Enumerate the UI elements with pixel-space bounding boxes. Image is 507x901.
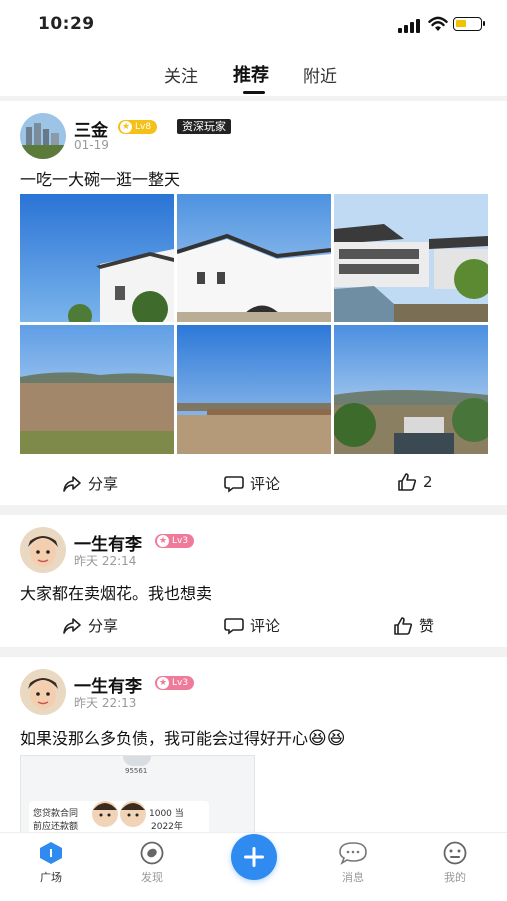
thumbs-up-icon — [394, 616, 413, 635]
avatar[interactable] — [20, 113, 66, 159]
post-card[interactable]: 一生有李 ★ Lv3 昨天 22:14 大家都在卖烟花。我也想卖 分享 评论 赞 — [0, 515, 507, 647]
title-tag: 资深玩家 — [177, 119, 231, 134]
post-time: 昨天 22:14 — [74, 554, 137, 568]
post-text: 如果没那么多负债，我可能会过得好开心😆😆 — [20, 725, 346, 749]
like-button[interactable]: 赞 — [393, 615, 434, 636]
share-button[interactable]: 分享 — [62, 473, 118, 494]
top-tabs: 关注 推荐 附近 — [0, 50, 507, 96]
share-label: 分享 — [88, 475, 119, 493]
nav-label: 发现 — [141, 871, 163, 884]
status-bar: 10:29 — [0, 0, 507, 50]
post-actions: 分享 评论 2 — [0, 473, 507, 503]
tab-recommend[interactable]: 推荐 — [233, 61, 269, 87]
nav-label: 广场 — [40, 871, 62, 884]
level-badge: ★ Lv8 — [118, 120, 158, 134]
discover-icon — [140, 841, 164, 865]
message-icon — [339, 842, 367, 865]
post-card[interactable]: 三金 ★ Lv8 资深玩家 01-19 一吃一大碗一逛一整天 分享 评论 2 — [0, 101, 507, 505]
post-text: 一吃一大碗一逛一整天 — [20, 170, 181, 189]
level-text: Lv3 — [172, 536, 189, 546]
comment-label: 评论 — [250, 617, 281, 635]
image-attachment[interactable]: 95561 您贷款合同 前应还款额 1000 当 2022年 — [20, 755, 255, 835]
post-text-body: 如果没那么多负债，我可能会过得好开心 — [20, 729, 309, 748]
nav-square[interactable]: 广场 — [21, 841, 81, 885]
sms-line-1: 您贷款合同 — [33, 809, 79, 819]
avatar[interactable] — [20, 527, 66, 573]
profile-icon — [443, 841, 467, 865]
status-time: 10:29 — [38, 14, 95, 34]
sms-line-2: 前应还款额 — [33, 822, 79, 832]
laugh-emoji: 😆😆 — [308, 728, 346, 749]
star-icon: ★ — [157, 535, 169, 547]
publish-button[interactable] — [231, 834, 277, 880]
post-text: 大家都在卖烟花。我也想卖 — [20, 584, 213, 603]
sender-number: 95561 — [125, 767, 148, 775]
sms-year: 2022年 — [151, 822, 183, 832]
hexagon-home-icon — [40, 842, 62, 864]
level-badge: ★ Lv3 — [155, 676, 195, 690]
nav-profile[interactable]: 我的 — [425, 841, 485, 885]
comment-button[interactable]: 评论 — [224, 473, 280, 494]
post-actions: 分享 评论 赞 — [0, 615, 507, 645]
photo-2[interactable] — [177, 194, 331, 322]
level-text: Lv3 — [172, 678, 189, 688]
nav-discover[interactable]: 发现 — [122, 841, 182, 885]
comment-button[interactable]: 评论 — [224, 615, 280, 636]
comment-icon — [224, 617, 244, 635]
level-text: Lv8 — [135, 122, 152, 132]
wifi-icon — [428, 16, 448, 31]
photo-6[interactable] — [334, 325, 488, 454]
photo-4[interactable] — [20, 325, 174, 454]
tab-follow[interactable]: 关注 — [164, 62, 198, 87]
photo-5[interactable] — [177, 325, 331, 454]
thumbs-up-icon — [398, 473, 417, 491]
baby-photo — [92, 801, 146, 827]
share-button[interactable]: 分享 — [62, 615, 118, 636]
plus-icon — [244, 847, 264, 867]
sms-amount: 1000 当 — [149, 809, 184, 819]
nav-label: 我的 — [444, 871, 466, 884]
like-label: 赞 — [419, 617, 435, 635]
like-count: 2 — [423, 473, 433, 491]
comment-icon — [224, 475, 244, 493]
signal-icon — [398, 19, 424, 33]
share-icon — [63, 617, 81, 634]
avatar[interactable] — [20, 669, 66, 715]
like-button[interactable]: 2 — [397, 473, 433, 491]
share-icon — [63, 475, 81, 492]
star-icon: ★ — [157, 677, 169, 689]
active-tab-indicator — [243, 91, 265, 94]
post-time: 昨天 22:13 — [74, 696, 137, 710]
sender-avatar — [123, 756, 151, 766]
battery-icon — [453, 17, 485, 31]
comment-label: 评论 — [250, 475, 281, 493]
post-card[interactable]: 一生有李 ★ Lv3 昨天 22:13 如果没那么多负债，我可能会过得好开心😆😆 … — [0, 657, 507, 835]
share-label: 分享 — [88, 617, 119, 635]
nav-messages[interactable]: 消息 — [323, 841, 383, 885]
level-badge: ★ Lv3 — [155, 534, 195, 548]
nav-label: 消息 — [342, 871, 364, 884]
photo-grid — [20, 194, 488, 454]
photo-3[interactable] — [334, 194, 488, 322]
post-time: 01-19 — [74, 138, 109, 152]
photo-1[interactable] — [20, 194, 174, 322]
star-icon: ★ — [120, 121, 132, 133]
tab-nearby[interactable]: 附近 — [303, 62, 337, 87]
